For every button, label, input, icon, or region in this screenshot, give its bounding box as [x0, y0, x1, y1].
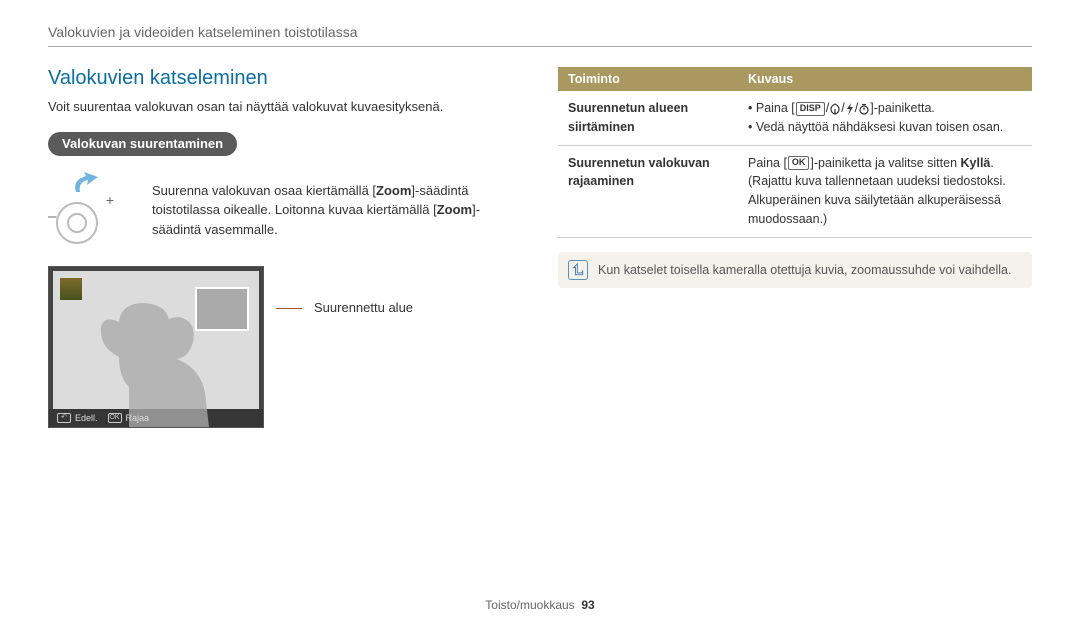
timer-icon [858, 103, 870, 115]
intro-paragraph: Voit suurentaa valokuvan osan tai näyttä… [48, 98, 522, 116]
macro-icon [829, 103, 841, 115]
flash-icon [845, 103, 855, 115]
info-note-icon [568, 260, 588, 280]
back-key-icon: ↶ [57, 413, 71, 423]
table-header-description: Kuvaus [738, 67, 1032, 91]
footer-page-number: 93 [581, 598, 594, 612]
cell-description: • Paina [DISP///]-painiketta. • Vedä näy… [738, 91, 1032, 145]
plus-sign: + [106, 192, 114, 208]
preview-with-callout: ↶ Edell. OK Rajaa Suurennettu alue [48, 266, 522, 428]
text-fragment: Paina [ [748, 156, 787, 170]
footer-section-label: Toisto/muokkaus [485, 598, 574, 612]
ok-key-icon: OK [108, 413, 122, 423]
footer-back-label: Edell. [75, 413, 98, 423]
right-column: Toiminto Kuvaus Suurennetun alueen siirt… [558, 67, 1032, 428]
header-divider [48, 46, 1032, 47]
subsection-pill: Valokuvan suurentaminen [48, 132, 237, 156]
text-fragment: ]-painiketta ja valitse sitten [810, 156, 960, 170]
callout-leader-line [276, 308, 302, 309]
section-heading: Valokuvien katseleminen [48, 67, 522, 90]
page-footer: Toisto/muokkaus 93 [0, 598, 1080, 612]
table-row: Suurennetun alueen siirtäminen • Paina [… [558, 91, 1032, 145]
info-note-text: Kun katselet toisella kameralla otettuja… [598, 263, 1011, 277]
zoom-instruction-row: + – Suurenna valokuvan osaa kiertämällä … [48, 174, 522, 246]
ok-button-icon: OK [788, 156, 810, 170]
table-row: Suurennetun valokuvan rajaaminen Paina [… [558, 145, 1032, 237]
text-fragment: Suurenna valokuvan osaa kiertämällä [ [152, 183, 376, 198]
text-fragment: Vedä näyttöä nähdäksesi kuvan toisen osa… [756, 120, 1003, 134]
rotate-arrow-icon [70, 172, 104, 198]
two-column-layout: Valokuvien katseleminen Voit suurentaa v… [48, 67, 1032, 428]
preview-footer-bar: ↶ Edell. OK Rajaa [49, 409, 263, 427]
footer-ok-label: Rajaa [126, 413, 150, 423]
cell-function-name: Suurennetun alueen siirtäminen [558, 91, 738, 145]
page-header-breadcrumb: Valokuvien ja videoiden katseleminen toi… [48, 24, 1032, 40]
zoom-instruction-text: Suurenna valokuvan osaa kiertämällä [Zoo… [152, 181, 522, 240]
text-fragment: Paina [ [756, 101, 795, 115]
function-table: Toiminto Kuvaus Suurennetun alueen siirt… [558, 67, 1032, 238]
dial-inner-circle [67, 213, 87, 233]
disp-button-icon: DISP [796, 102, 825, 116]
footer-back-pair: ↶ Edell. [57, 413, 98, 423]
dial-outer-circle [56, 202, 98, 244]
callout-label: Suurennettu alue [314, 300, 413, 315]
zoom-selection-rectangle [195, 287, 249, 331]
left-column: Valokuvien katseleminen Voit suurentaa v… [48, 67, 522, 428]
text-bold: Kyllä [961, 156, 991, 170]
text-bold: Zoom [376, 183, 411, 198]
footer-ok-pair: OK Rajaa [108, 413, 150, 423]
thumbnail-overlay [59, 277, 83, 301]
camera-preview-box: ↶ Edell. OK Rajaa [48, 266, 264, 428]
text-fragment: ]-painiketta. [870, 101, 935, 115]
table-header-function: Toiminto [558, 67, 738, 91]
text-bold: Zoom [437, 202, 472, 217]
info-note-box: Kun katselet toisella kameralla otettuja… [558, 252, 1032, 288]
cell-function-name: Suurennetun valokuvan rajaaminen [558, 145, 738, 237]
cell-description: Paina [OK]-painiketta ja valitse sitten … [738, 145, 1032, 237]
zoom-dial-illustration: + – [48, 174, 132, 246]
